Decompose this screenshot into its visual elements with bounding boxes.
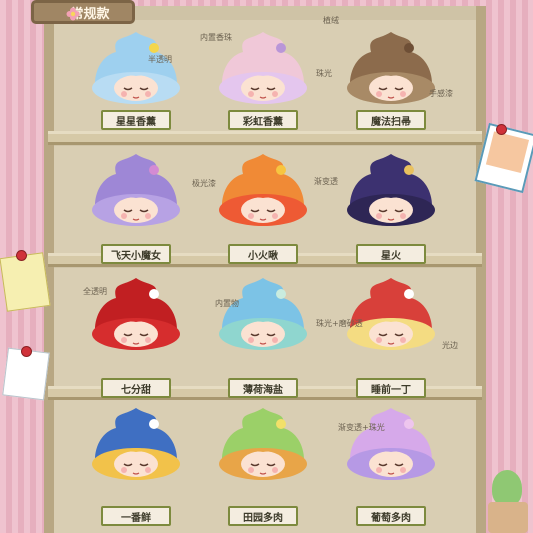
red-pin-icon [21, 346, 32, 357]
figurine [341, 406, 441, 484]
figurine-name-label: 星火 [356, 244, 426, 264]
sticky-note-decoration [0, 252, 51, 312]
figurine [341, 152, 441, 230]
figurine [341, 276, 441, 354]
figurine [86, 30, 186, 108]
red-pin-icon [496, 124, 507, 135]
callout-note: 光边 [442, 341, 458, 350]
figurine [213, 152, 313, 230]
figurine [213, 276, 313, 354]
figurine [341, 30, 441, 108]
callout-note: 珠光+磨砂透 [316, 319, 363, 328]
poster: 常规款 星星香薰 彩虹香薰 魔法扫帚飞天小魔女 小火啾 星火七分甜 薄荷海盐 睡前一丁一番鲜… [0, 0, 533, 533]
flower-icon [66, 7, 80, 21]
callout-note: 手感漆 [429, 89, 453, 98]
callout-note: 内置物 [215, 299, 239, 308]
figurine-name-label: 星星香薰 [101, 110, 171, 130]
callout-note: 植绒 [323, 16, 339, 25]
callout-note: 渐变透 [314, 177, 338, 186]
figurine-name-label: 睡前一丁 [356, 378, 426, 398]
callout-note: 渐变透+珠光 [338, 423, 385, 432]
succulent-plant-decoration [484, 470, 533, 533]
series-title-tag: 常规款 [31, 0, 135, 24]
figurine-name-label: 七分甜 [101, 378, 171, 398]
figurine-name-label: 田园多肉 [228, 506, 298, 526]
callout-note: 全透明 [83, 287, 107, 296]
callout-note: 半透明 [148, 55, 172, 64]
figurine-name-label: 飞天小魔女 [101, 244, 171, 264]
figurine-name-label: 葡萄多肉 [356, 506, 426, 526]
callout-note: 珠光 [316, 69, 332, 78]
figurine-name-label: 一番鲜 [101, 506, 171, 526]
figurine-name-label: 小火啾 [228, 244, 298, 264]
callout-note: 内置香珠 [200, 33, 232, 42]
figurine [86, 406, 186, 484]
red-pin-icon [16, 250, 27, 261]
callout-note: 极光漆 [192, 179, 216, 188]
shelf-board [48, 131, 482, 145]
figurine [213, 406, 313, 484]
figurine [86, 152, 186, 230]
figurine-name-label: 彩虹香薰 [228, 110, 298, 130]
figurine-name-label: 魔法扫帚 [356, 110, 426, 130]
figurine-name-label: 薄荷海盐 [228, 378, 298, 398]
